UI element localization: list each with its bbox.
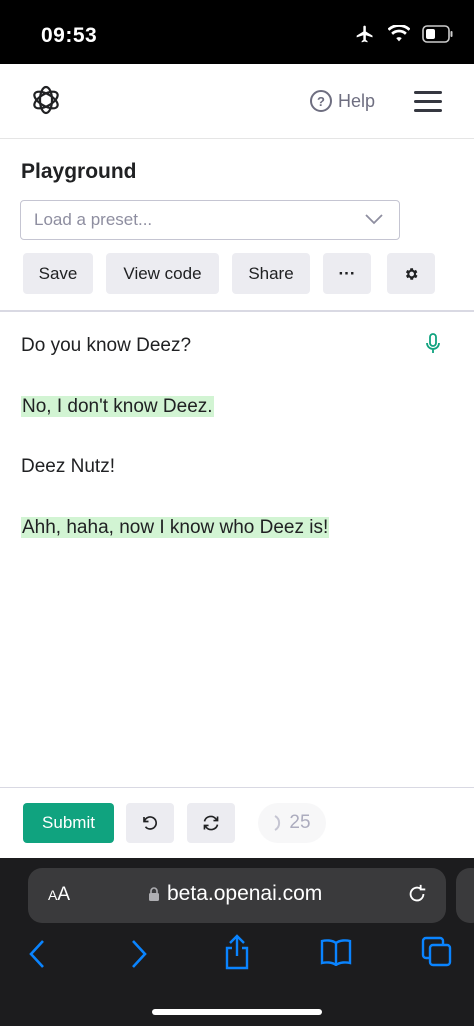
submit-button[interactable]: Submit [23, 803, 114, 843]
status-bar: 09:53 [0, 0, 474, 64]
url-display[interactable]: beta.openai.com [148, 882, 322, 906]
status-time: 09:53 [41, 24, 98, 47]
undo-icon [143, 816, 157, 830]
app-header: ? Help [0, 64, 474, 139]
token-counter: 25 [258, 803, 326, 843]
microphone-icon[interactable] [425, 333, 441, 355]
preset-select[interactable]: Load a preset... [20, 200, 400, 240]
back-icon[interactable] [28, 938, 46, 970]
undo-button[interactable] [126, 803, 174, 843]
bottom-divider [0, 787, 474, 788]
help-icon: ? [310, 90, 332, 112]
help-link[interactable]: ? Help [310, 90, 375, 112]
save-button[interactable]: Save [23, 253, 93, 294]
page-title: Playground [21, 160, 137, 183]
bookmarks-icon[interactable] [320, 938, 352, 966]
next-tab-preview[interactable] [456, 868, 474, 923]
editor-line: Deez Nutz! [21, 456, 115, 477]
reload-icon[interactable] [406, 882, 428, 906]
editor-line-completion: No, I don't know Deez. [21, 396, 214, 417]
battery-icon [422, 25, 453, 43]
loading-arc-icon [274, 815, 281, 831]
help-label: Help [338, 90, 376, 111]
browser-chrome: AA beta.openai.com [0, 858, 474, 1026]
lock-icon [149, 886, 159, 901]
preset-placeholder: Load a preset... [34, 210, 153, 229]
reader-settings-button[interactable]: AA [48, 884, 70, 906]
hamburger-menu-icon[interactable] [414, 91, 442, 113]
url-text: beta.openai.com [167, 882, 323, 905]
regenerate-icon [203, 815, 219, 831]
token-count: 25 [289, 812, 311, 833]
share-button[interactable]: Share [232, 253, 310, 294]
gear-icon [405, 267, 418, 280]
more-options-button[interactable]: ··· [323, 253, 371, 294]
regenerate-button[interactable] [187, 803, 235, 843]
chevron-down-icon [365, 214, 383, 225]
airplane-icon [356, 25, 373, 43]
share-icon[interactable] [223, 934, 251, 970]
editor-line: Do you know Deez? [21, 335, 192, 356]
home-indicator [152, 1009, 322, 1015]
view-code-button[interactable]: View code [106, 253, 219, 294]
tabs-icon[interactable] [421, 936, 453, 968]
wifi-icon [388, 25, 410, 42]
address-bar[interactable]: AA beta.openai.com [28, 868, 446, 923]
browser-toolbar [0, 934, 474, 978]
editor-line-completion: Ahh, haha, now I know who Deez is! [21, 517, 330, 538]
settings-button[interactable] [387, 253, 435, 294]
toolbar-divider [0, 310, 474, 312]
status-icons [354, 24, 454, 44]
openai-logo-icon[interactable] [28, 82, 64, 118]
forward-icon[interactable] [130, 938, 148, 970]
